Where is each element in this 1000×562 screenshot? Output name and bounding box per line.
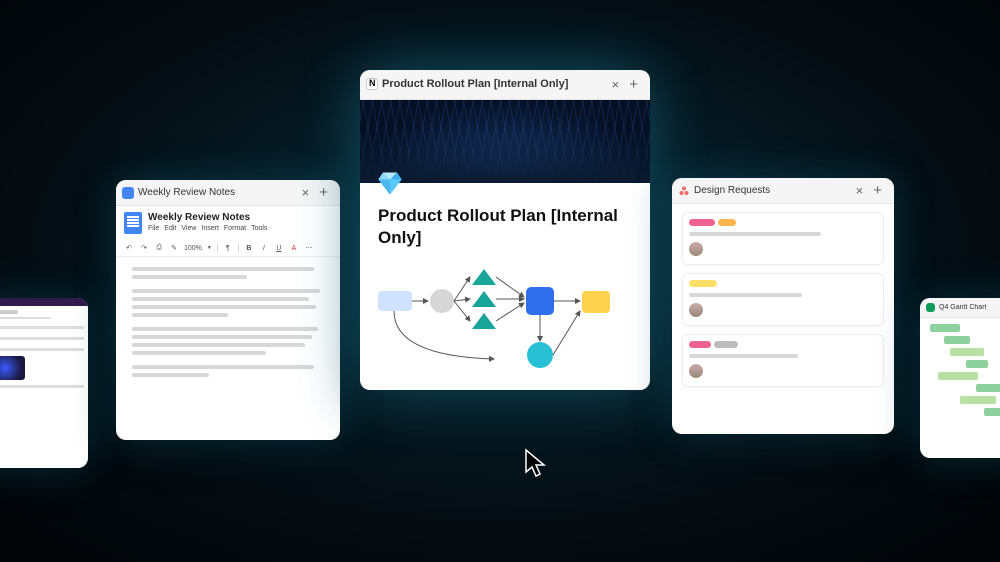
tab-title: Q4 Gantt Chart — [939, 304, 986, 311]
gantt-bar — [944, 336, 970, 344]
menu-bar: File Edit View Insert Format Tools — [148, 225, 267, 232]
gantt-bar — [966, 360, 988, 368]
avatar — [689, 303, 703, 317]
chat-image-attachment — [0, 356, 25, 380]
mouse-cursor-icon — [523, 448, 549, 480]
task-card[interactable] — [682, 273, 884, 326]
chat-message — [0, 323, 84, 331]
gantt-bar — [960, 396, 996, 404]
tab[interactable]: N Product Rollout Plan [Internal Only] — [366, 78, 608, 90]
gantt-bar — [930, 324, 960, 332]
underline-button[interactable]: U — [274, 243, 284, 253]
avatar — [689, 364, 703, 378]
menu-file[interactable]: File — [148, 225, 159, 232]
chat-body — [0, 306, 88, 397]
task-title-placeholder — [689, 293, 802, 297]
menu-edit[interactable]: Edit — [164, 225, 176, 232]
menu-format[interactable]: Format — [224, 225, 246, 232]
avatar — [689, 242, 703, 256]
tab[interactable]: Design Requests — [678, 185, 852, 197]
menu-view[interactable]: View — [181, 225, 196, 232]
zoom-select[interactable]: 100% — [184, 245, 202, 252]
tag-pill — [689, 341, 711, 348]
print-button[interactable]: ⎙ — [154, 243, 164, 253]
tab[interactable]: Q4 Gantt Chart — [926, 303, 1000, 312]
tab-title: Design Requests — [694, 185, 770, 196]
paint-format-button[interactable]: ✎ — [169, 243, 179, 253]
italic-button[interactable]: I — [259, 243, 269, 253]
task-list — [672, 204, 894, 403]
tag-pill — [689, 280, 717, 287]
redo-button[interactable]: ↷ — [139, 243, 149, 253]
asana-icon — [678, 185, 690, 197]
gantt-row — [926, 396, 1000, 404]
google-docs-icon — [122, 187, 134, 199]
task-title-placeholder — [689, 232, 821, 236]
flowchart-diagram — [360, 257, 650, 390]
close-icon[interactable]: × — [298, 185, 314, 200]
docs-header: Weekly Review Notes File Edit View Inser… — [116, 206, 340, 240]
chat-message — [0, 345, 84, 353]
notion-window: N Product Rollout Plan [Internal Only] ×… — [360, 70, 650, 390]
more-button[interactable]: ⋯ — [304, 243, 314, 253]
gantt-row — [926, 348, 1000, 356]
tag-pill — [714, 341, 738, 348]
close-icon[interactable]: × — [608, 77, 624, 92]
diamond-icon — [376, 169, 404, 197]
text-color-button[interactable]: A — [289, 243, 299, 253]
new-tab-button[interactable]: + — [867, 182, 888, 199]
tab-bar: Weekly Review Notes × + — [116, 180, 340, 206]
document-body[interactable] — [116, 257, 340, 397]
heading-select[interactable]: ¶ — [223, 243, 233, 253]
notion-icon: N — [366, 78, 378, 90]
gantt-bar — [938, 372, 978, 380]
task-title-placeholder — [689, 354, 798, 358]
new-tab-button[interactable]: + — [313, 184, 334, 201]
menu-tools[interactable]: Tools — [251, 225, 267, 232]
chat-header — [0, 298, 88, 306]
google-docs-window: Weekly Review Notes × + Weekly Review No… — [116, 180, 340, 440]
tag-pill — [718, 219, 736, 226]
menu-insert[interactable]: Insert — [201, 225, 219, 232]
gantt-chart — [920, 318, 1000, 422]
tab-bar: Q4 Gantt Chart — [920, 298, 1000, 318]
page-cover — [360, 100, 650, 183]
toolbar: ↶ ↷ ⎙ ✎ 100% ▼ ¶ B I U A ⋯ — [116, 240, 340, 257]
tag-pill — [689, 219, 715, 226]
task-card[interactable] — [682, 334, 884, 387]
task-card[interactable] — [682, 212, 884, 265]
chat-message — [0, 382, 84, 390]
gantt-row — [926, 384, 1000, 392]
gantt-window: Q4 Gantt Chart — [920, 298, 1000, 458]
gantt-bar — [984, 408, 1000, 416]
gantt-row — [926, 324, 1000, 332]
chat-window — [0, 298, 88, 468]
chat-message — [0, 334, 84, 342]
gantt-row — [926, 336, 1000, 344]
gantt-row — [926, 360, 1000, 368]
google-sheets-icon — [926, 303, 935, 312]
gantt-row — [926, 372, 1000, 380]
new-tab-button[interactable]: + — [623, 76, 644, 93]
google-docs-icon — [124, 212, 142, 234]
close-icon[interactable]: × — [852, 183, 868, 198]
asana-window: Design Requests × + — [672, 178, 894, 434]
tab-bar: Design Requests × + — [672, 178, 894, 204]
bold-button[interactable]: B — [244, 243, 254, 253]
gantt-row — [926, 408, 1000, 416]
gantt-bar — [950, 348, 984, 356]
tab-title: Weekly Review Notes — [138, 187, 235, 198]
document-title[interactable]: Weekly Review Notes — [148, 212, 267, 223]
tab[interactable]: Weekly Review Notes — [122, 187, 298, 199]
undo-button[interactable]: ↶ — [124, 243, 134, 253]
tab-title: Product Rollout Plan [Internal Only] — [382, 78, 568, 90]
gantt-bar — [976, 384, 1000, 392]
tab-bar: N Product Rollout Plan [Internal Only] ×… — [360, 70, 650, 100]
